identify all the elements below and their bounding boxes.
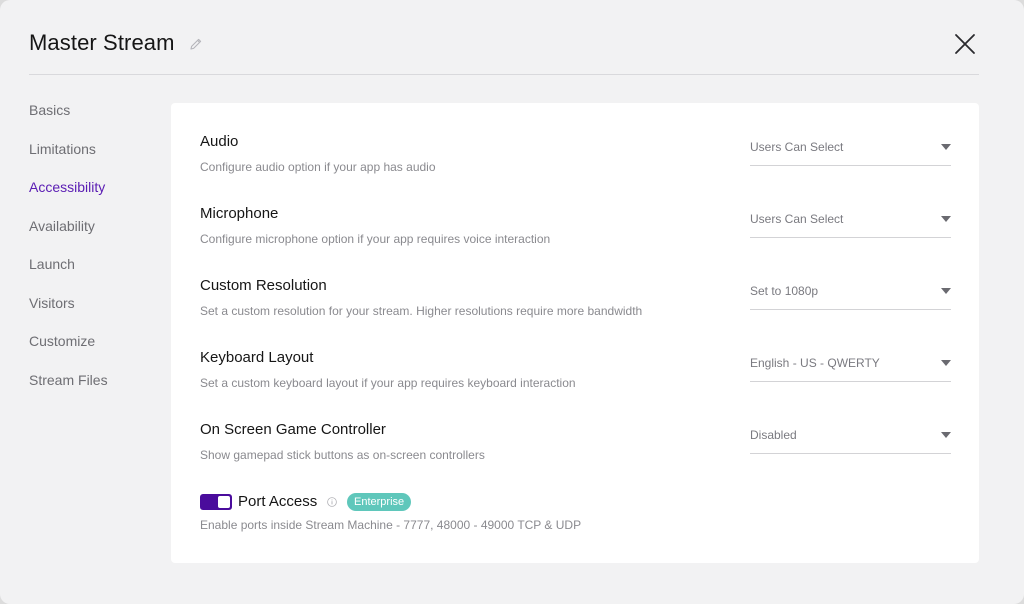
modal-header: Master Stream: [29, 0, 979, 75]
resolution-select[interactable]: Set to 1080p: [750, 277, 951, 310]
microphone-title: Microphone: [200, 205, 279, 222]
sidebar-item-launch[interactable]: Launch: [29, 254, 159, 293]
resolution-title: Custom Resolution: [200, 277, 327, 294]
microphone-setting-row: Microphone Configure microphone option i…: [200, 205, 951, 265]
close-icon[interactable]: [953, 32, 977, 56]
caret-down-icon: [941, 360, 951, 366]
accessibility-settings-card: Audio Configure audio option if your app…: [171, 103, 979, 563]
audio-description: Configure audio option if your app has a…: [200, 160, 436, 174]
sidebar-item-basics[interactable]: Basics: [29, 100, 159, 139]
audio-title: Audio: [200, 133, 239, 150]
sidebar-item-accessibility[interactable]: Accessibility: [29, 177, 159, 216]
keyboard-setting-row: Keyboard Layout Set a custom keyboard la…: [200, 349, 951, 409]
controller-description: Show gamepad stick buttons as on-screen …: [200, 448, 485, 462]
keyboard-select[interactable]: English - US - QWERTY: [750, 349, 951, 382]
sidebar-item-visitors[interactable]: Visitors: [29, 293, 159, 332]
audio-select-value: Users Can Select: [750, 140, 844, 154]
caret-down-icon: [941, 216, 951, 222]
toggle-knob: [218, 496, 230, 508]
port-access-toggle[interactable]: [200, 494, 232, 510]
microphone-select-value: Users Can Select: [750, 212, 844, 226]
port-access-title: Port Access: [238, 493, 318, 510]
controller-select-value: Disabled: [750, 428, 797, 442]
resolution-description: Set a custom resolution for your stream.…: [200, 304, 643, 318]
settings-sidebar: Basics Limitations Accessibility Availab…: [29, 100, 159, 408]
page-title: Master Stream: [29, 30, 175, 55]
info-icon[interactable]: [327, 497, 337, 507]
port-access-description: Enable ports inside Stream Machine - 777…: [200, 518, 582, 532]
sidebar-item-limitations[interactable]: Limitations: [29, 139, 159, 178]
audio-setting-row: Audio Configure audio option if your app…: [200, 133, 951, 193]
sidebar-item-availability[interactable]: Availability: [29, 216, 159, 255]
audio-select[interactable]: Users Can Select: [750, 133, 951, 166]
keyboard-description: Set a custom keyboard layout if your app…: [200, 376, 576, 390]
controller-select[interactable]: Disabled: [750, 421, 951, 454]
controller-setting-row: On Screen Game Controller Show gamepad s…: [200, 421, 951, 481]
sidebar-item-stream-files[interactable]: Stream Files: [29, 370, 159, 409]
caret-down-icon: [941, 432, 951, 438]
pencil-icon[interactable]: [189, 37, 203, 51]
keyboard-title: Keyboard Layout: [200, 349, 314, 366]
stream-settings-modal: Master Stream Basics Limitations Accessi…: [0, 0, 1024, 604]
microphone-select[interactable]: Users Can Select: [750, 205, 951, 238]
sidebar-item-customize[interactable]: Customize: [29, 331, 159, 370]
controller-title: On Screen Game Controller: [200, 421, 386, 438]
caret-down-icon: [941, 144, 951, 150]
port-access-row: Port Access Enterprise Enable ports insi…: [200, 493, 951, 554]
microphone-description: Configure microphone option if your app …: [200, 232, 551, 246]
resolution-select-value: Set to 1080p: [750, 284, 819, 298]
enterprise-badge: Enterprise: [347, 493, 412, 511]
caret-down-icon: [941, 288, 951, 294]
resolution-setting-row: Custom Resolution Set a custom resolutio…: [200, 277, 951, 337]
keyboard-select-value: English - US - QWERTY: [750, 356, 880, 370]
